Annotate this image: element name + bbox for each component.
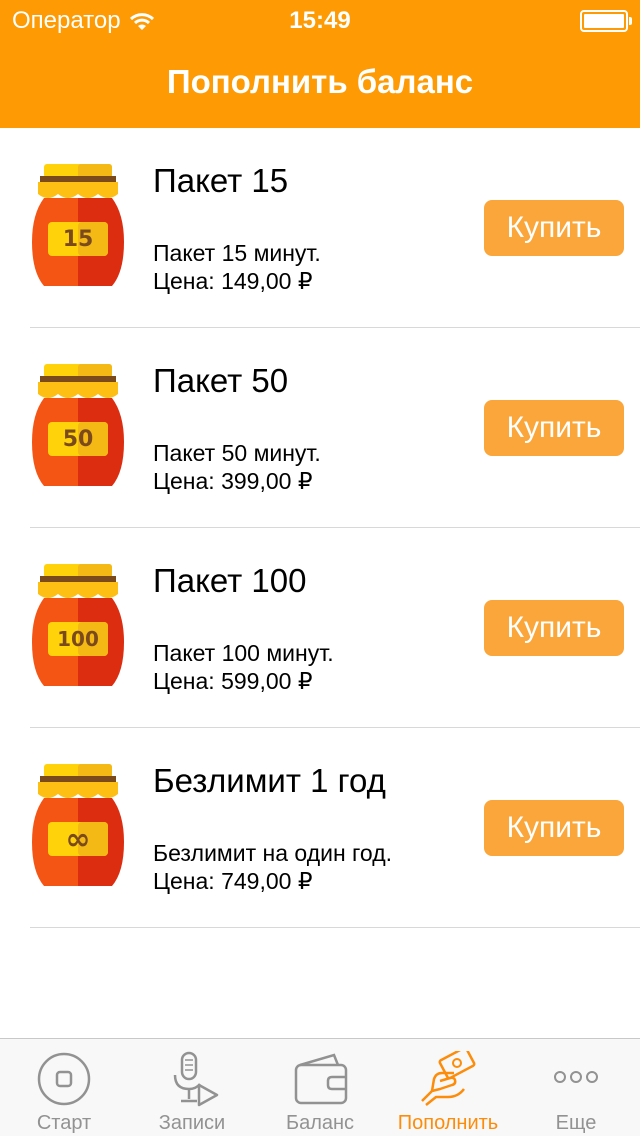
tab-records[interactable]: Записи [128,1039,256,1136]
buy-button[interactable]: Купить [484,200,624,256]
honey-jar-icon: 15 [32,164,124,286]
jar-label: ∞ [66,822,91,857]
jar-label: 50 [63,427,94,452]
wifi-icon [129,13,154,30]
page-title: Пополнить баланс [166,63,474,100]
package-row: ∞ Безлимит 1 год Безлимит на один год. Ц… [0,728,640,928]
tab-label: Старт [36,1112,92,1134]
package-price: Цена: 599,00 ₽ [153,668,313,694]
tab-label: Записи [158,1112,226,1134]
stop-circle-icon [37,1052,91,1106]
buy-button[interactable]: Купить [484,600,624,656]
jar-label: 15 [63,227,94,252]
buy-button[interactable]: Купить [484,800,624,856]
row-divider [30,927,640,928]
package-description: Пакет 50 минут. [153,440,321,466]
package-row: 50 Пакет 50 Пакет 50 минут. Цена: 399,00… [0,328,640,528]
honey-jar-icon: ∞ [32,764,124,886]
package-title: Пакет 15 [153,162,289,199]
package-list: 15 Пакет 15 Пакет 15 минут. Цена: 149,00… [0,128,640,928]
package-row: 15 Пакет 15 Пакет 15 минут. Цена: 149,00… [0,128,640,328]
package-description: Пакет 100 минут. [153,640,334,666]
hand-money-icon [421,1051,476,1106]
package-price: Цена: 399,00 ₽ [153,468,313,494]
package-description: Пакет 15 минут. [153,240,321,266]
jar-label: 100 [57,627,99,651]
tab-top-up[interactable]: Пополнить [384,1039,512,1136]
package-title: Безлимит 1 год [153,762,386,799]
more-dots-icon [554,1071,598,1083]
tab-balance[interactable]: Баланс [256,1039,384,1136]
tab-more[interactable]: Еще [512,1039,640,1136]
package-price: Цена: 749,00 ₽ [153,868,313,894]
package-description: Безлимит на один год. [153,840,393,866]
tab-bar: Старт Записи Баланс Пополнить Еще [0,1038,640,1136]
tab-start[interactable]: Старт [0,1039,128,1136]
status-bar: Оператор 15:49 [0,0,640,40]
package-title: Пакет 50 [153,362,289,399]
tab-label: Еще [555,1112,597,1134]
wallet-icon [294,1053,348,1105]
package-title: Пакет 100 [153,562,307,599]
tab-label: Пополнить [397,1112,499,1134]
carrier-name: Оператор [12,7,121,34]
buy-button[interactable]: Купить [484,400,624,456]
tab-label: Баланс [285,1112,355,1134]
carrier-info: Оператор [12,7,155,35]
honey-jar-icon: 50 [32,364,124,486]
battery-icon [580,10,632,32]
honey-jar-icon: 100 [32,564,124,686]
mic-play-icon [173,1051,219,1107]
package-row: 100 Пакет 100 Пакет 100 минут. Цена: 599… [0,528,640,728]
package-price: Цена: 149,00 ₽ [153,268,313,294]
top-bar: Оператор 15:49 Пополнить баланс [0,0,640,128]
